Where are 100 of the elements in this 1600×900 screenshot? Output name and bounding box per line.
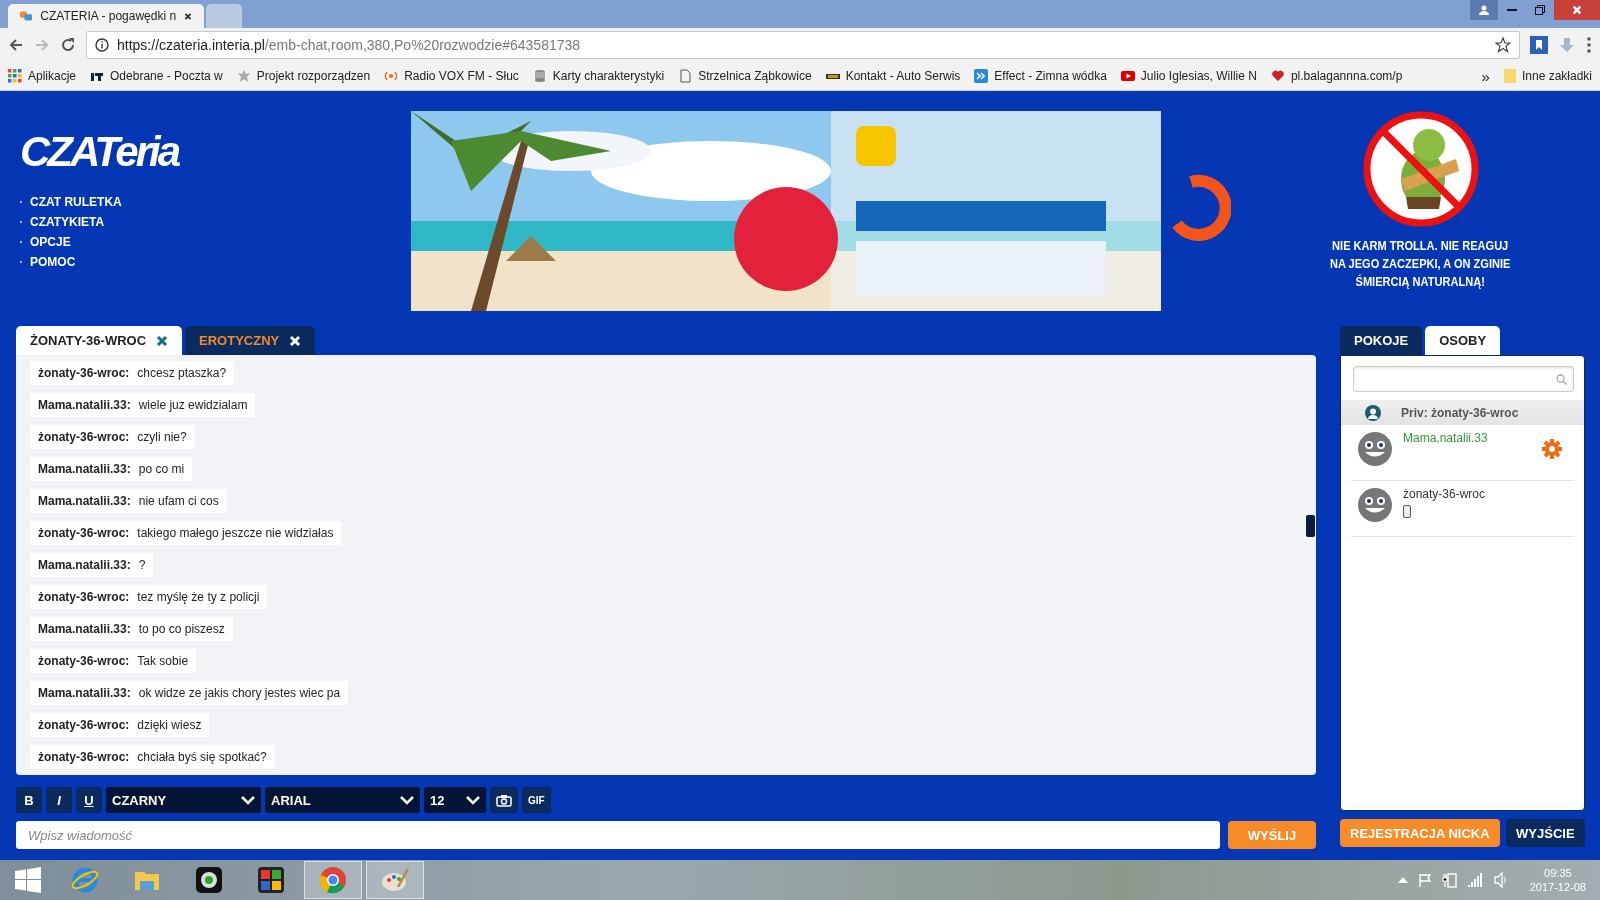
apps-grid-icon: [8, 69, 22, 83]
close-button[interactable]: [1554, 0, 1600, 20]
user-name: żonaty-36-wroc: [1403, 487, 1487, 501]
person-icon: [1479, 5, 1489, 15]
bookmark-folder[interactable]: Inne zakładki: [1521, 69, 1592, 83]
camera-icon: [496, 793, 512, 807]
minimize-icon: [1507, 9, 1517, 11]
close-icon: [1572, 5, 1582, 15]
chat-message: Mama.natalii.33: nie ufam ci cos: [30, 489, 227, 513]
heart-icon: [1270, 69, 1285, 83]
profile-button[interactable]: [1470, 0, 1498, 20]
chat-bubbles-icon: [20, 10, 33, 22]
priv-label: Priv: żonaty-36-wroc: [1401, 405, 1519, 420]
database-icon: [532, 69, 547, 83]
bookmark-link[interactable]: Strzelnica Ząbkowice: [698, 69, 812, 83]
chat-message: Mama.natalii.33: ok widze ze jakis chory jestes wiec pa: [30, 681, 349, 705]
bookmark-link[interactable]: Karty charakterystyki: [552, 69, 665, 83]
tab-title: CZATERIA - pogawędki n: [40, 9, 177, 23]
close-icon[interactable]: [184, 11, 192, 21]
chat-message: żonaty-36-wroc: dzięki wiesz: [30, 713, 210, 737]
chrome-icon[interactable]: [318, 865, 348, 895]
tray-caret-icon[interactable]: [1397, 877, 1408, 883]
priv-bar[interactable]: Priv: żonaty-36-wroc: [1341, 400, 1584, 425]
site-logo[interactable]: CZATeria: [20, 125, 179, 179]
signal-bars-icon[interactable]: [1467, 873, 1484, 887]
user-name: Mama.natalii.33: [1403, 431, 1489, 445]
bookmark-link[interactable]: Aplikacje: [28, 69, 77, 83]
message-input[interactable]: Wpisz wiadomość: [16, 821, 1220, 849]
url-host: https://czateria.interia.pl: [117, 37, 265, 53]
menu-dots-icon[interactable]: [1586, 36, 1592, 54]
more-bookmarks-button[interactable]: »: [1481, 67, 1490, 85]
flag-icon[interactable]: [1417, 873, 1432, 887]
troll-warning: NIE KARM TROLLA. NIE REAGUJ NA JEGO ZACZEPKI, A ON ZGINIE ŚMIERCIĄ NATURALNĄ!: [1330, 237, 1511, 291]
nav-link[interactable]: CZATYKIETA: [30, 215, 105, 229]
bookmark-link[interactable]: Effect - Zimna wódka: [994, 69, 1107, 83]
nav-link[interactable]: POMOC: [30, 255, 76, 269]
chat-message: żonaty-36-wroc: Tak sobie: [30, 649, 197, 673]
back-arrow-icon[interactable]: [8, 37, 24, 53]
restore-icon: [1535, 5, 1545, 15]
size-select[interactable]: 12: [424, 787, 486, 813]
panel-tab[interactable]: POKOJE: [1340, 326, 1423, 355]
document-icon: [678, 69, 693, 83]
nav-link[interactable]: CZAT RULETKA: [30, 195, 122, 209]
bookmark-link[interactable]: Radio VOX FM - Słuc: [404, 69, 519, 83]
search-field[interactable]: [1353, 366, 1574, 392]
url-path: /emb-chat,room,380,Po%20rozwodzie#643581738: [264, 37, 581, 53]
star-icon[interactable]: [1495, 37, 1511, 53]
browser-tab[interactable]: CZATERIA - pogawędki n: [8, 4, 204, 28]
search-icon: [1556, 373, 1567, 385]
chat-message: żonaty-36-wroc: czyli nie?: [30, 425, 195, 449]
info-icon: [95, 38, 109, 52]
bold-button[interactable]: B: [16, 787, 42, 813]
battery-icon[interactable]: [1441, 872, 1458, 888]
chat-message: żonaty-36-wroc: takiego małego jeszcze nie widziałas: [30, 521, 342, 545]
browser-e-icon[interactable]: [70, 865, 100, 895]
gear-icon[interactable]: [1542, 439, 1562, 459]
room-tab[interactable]: EROTYCZNY: [185, 326, 316, 355]
gif-button[interactable]: GIF: [522, 787, 551, 813]
chevron-down-icon: [466, 795, 480, 805]
chat-message: żonaty-36-wroc: chcesz ptaszka?: [30, 361, 235, 385]
chat-message: żonaty-36-wroc: chciała byś się spotkać?: [30, 745, 275, 769]
smiley-avatar-icon: [1357, 431, 1393, 467]
scrollbar-thumb[interactable]: [1306, 515, 1315, 537]
reload-icon[interactable]: [60, 37, 76, 53]
chevron-down-icon: [241, 795, 255, 805]
font-select[interactable]: ARIAL: [265, 787, 420, 813]
bookmark-link[interactable]: Projekt rozporządzen: [256, 69, 371, 83]
windows-logo-icon: [15, 867, 41, 893]
user-row[interactable]: żonaty-36-wroc: [1351, 481, 1574, 537]
camera-button[interactable]: [490, 787, 518, 813]
chat-message: Mama.natalii.33: po co mi: [30, 457, 193, 481]
chat-message: żonaty-36-wroc: tez myślę że ty z policji: [30, 585, 268, 609]
chat-message: Mama.natalii.33: to po co piszesz: [30, 617, 233, 641]
bookmark-link[interactable]: Odebrane - Poczta w: [110, 69, 223, 83]
nav-link[interactable]: OPCJE: [30, 235, 71, 249]
color-select[interactable]: CZARNY: [106, 787, 261, 813]
bookmark-link[interactable]: pl.balagannna.com/p: [1290, 69, 1403, 83]
puzzle-icon[interactable]: [256, 865, 286, 895]
chat-message: Mama.natalii.33: ?: [30, 553, 154, 577]
play-button-icon: [1120, 69, 1135, 83]
folder-icon: [1503, 69, 1516, 83]
radio-waves-icon: [384, 69, 399, 83]
webcam-icon[interactable]: [194, 865, 224, 895]
smiley-avatar-icon: [1357, 487, 1393, 523]
italic-button[interactable]: I: [46, 787, 72, 813]
phone-icon: [1403, 505, 1411, 518]
address-bar[interactable]: https://czateria.interia.pl/emb-chat,room,380,Po%20rozwodzie#643581738: [86, 31, 1520, 59]
chat-message: Mama.natalii.33: wiele juz ewidzialam: [30, 393, 256, 417]
bookmark-extension-icon[interactable]: [1530, 36, 1548, 54]
underline-button[interactable]: U: [76, 787, 102, 813]
user-row[interactable]: Mama.natalii.33: [1351, 425, 1574, 481]
room-tab[interactable]: ŻONATY-36-WROC: [16, 326, 183, 355]
chevron-down-icon: [400, 795, 414, 805]
user-icon: [1365, 404, 1381, 421]
exit-button[interactable]: WYJŚCIE: [1505, 819, 1585, 847]
bookmark-link[interactable]: Julio Iglesias, Willie N: [1140, 69, 1257, 83]
bookmark-link[interactable]: Kontakt - Auto Serwis: [845, 69, 961, 83]
ring-drawing: [1171, 173, 1231, 244]
panel-tab[interactable]: OSOBY: [1425, 326, 1501, 355]
double-chevron-icon: [974, 69, 989, 83]
